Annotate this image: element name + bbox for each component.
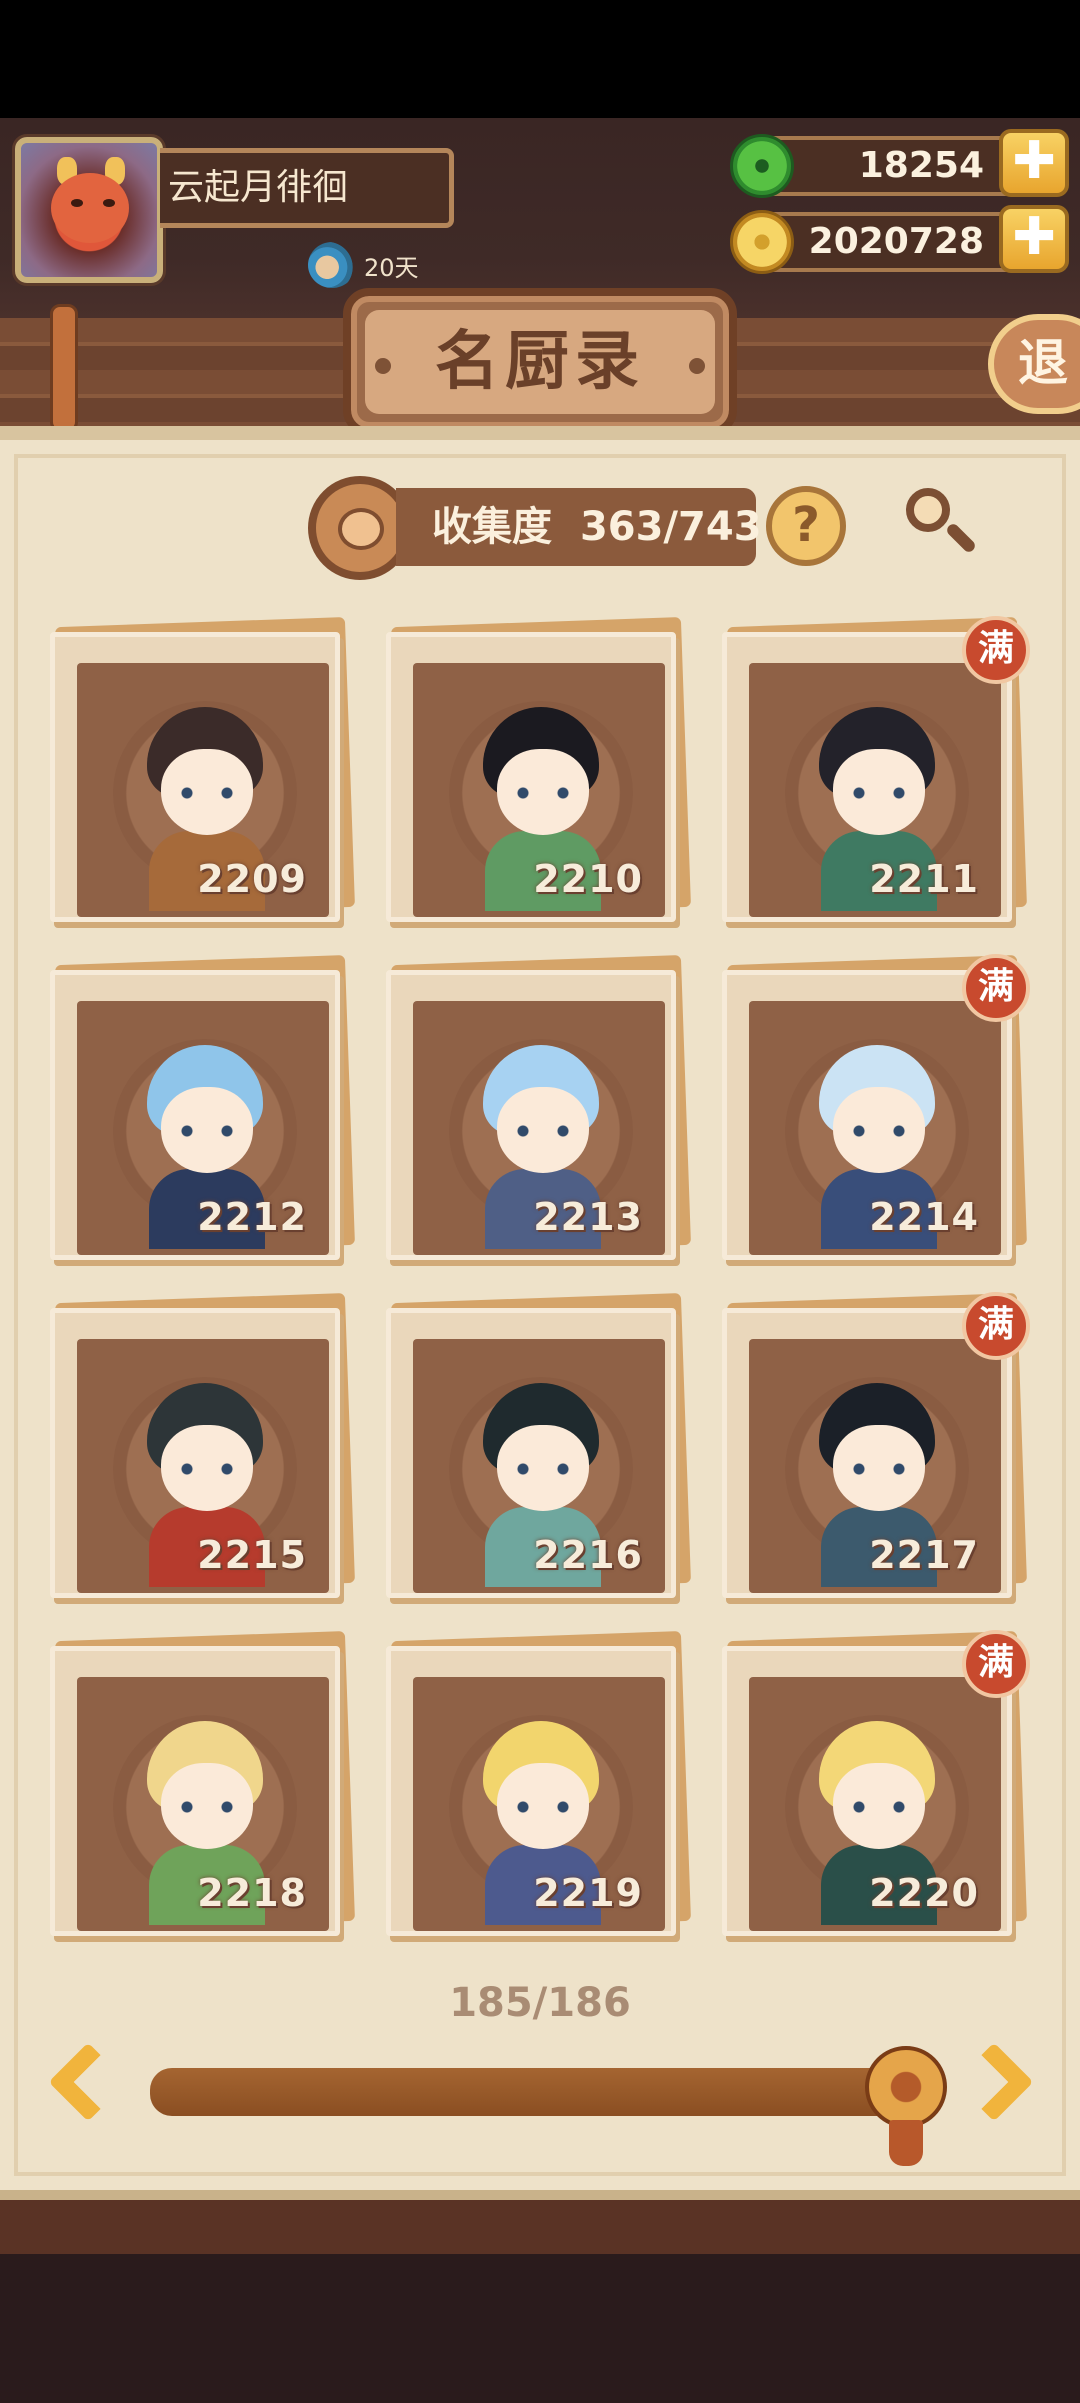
full-badge: 满 — [962, 954, 1030, 1022]
chef-eyes — [515, 787, 571, 799]
chef-number: 2212 — [197, 1195, 307, 1239]
chef-eyes — [179, 1125, 235, 1137]
chef-number: 2216 — [533, 1533, 643, 1577]
exit-button[interactable]: 退 — [988, 314, 1080, 414]
chef-card[interactable]: 2213 — [386, 955, 691, 1264]
chef-eyes — [179, 1801, 235, 1813]
chef-eyes — [179, 1463, 235, 1475]
chevron-right-icon — [954, 2042, 1034, 2122]
page-indicator: 185/186 — [449, 1980, 631, 2026]
chef-eyes — [515, 1125, 571, 1137]
panel-base — [0, 2200, 1080, 2254]
chef-card[interactable]: 2214 满 — [722, 954, 1030, 1264]
player-avatar[interactable] — [15, 137, 163, 283]
chef-card[interactable]: 2212 — [50, 955, 355, 1264]
card-frame: 2211 — [722, 632, 1012, 922]
chef-number: 2218 — [197, 1871, 307, 1915]
chef-eyes — [515, 1801, 571, 1813]
card-frame: 2216 — [386, 1308, 676, 1598]
page-slider-track[interactable] — [150, 2068, 910, 2116]
chef-eyes — [851, 1125, 907, 1137]
search-icon-handle — [944, 521, 978, 555]
player-name: 云起月徘徊 — [160, 148, 454, 228]
full-badge: 满 — [962, 1630, 1030, 1698]
chef-card[interactable]: 2220 满 — [722, 1630, 1030, 1940]
avatar-eye-right — [103, 199, 115, 207]
card-frame: 2209 — [50, 632, 340, 922]
full-badge: 满 — [962, 616, 1030, 684]
chef-card[interactable]: 2210 — [386, 617, 691, 926]
chef-number: 2219 — [533, 1871, 643, 1915]
chef-eyes — [851, 1463, 907, 1475]
chef-card[interactable]: 2216 — [386, 1293, 691, 1602]
avatar-face — [51, 173, 129, 243]
chef-number: 2210 — [533, 857, 643, 901]
card-frame: 2212 — [50, 970, 340, 1260]
chef-card[interactable]: 2211 满 — [722, 616, 1030, 926]
login-days-text: 20天 — [364, 253, 419, 282]
full-badge: 满 — [962, 1292, 1030, 1360]
bear-icon — [338, 508, 384, 550]
chef-card[interactable]: 2219 — [386, 1631, 691, 1940]
page-slider-handle[interactable] — [865, 2046, 948, 2128]
next-page-button[interactable] — [954, 2036, 1046, 2146]
chef-number: 2214 — [869, 1195, 979, 1239]
coin-icon — [730, 210, 794, 274]
add-jade-button[interactable]: ✚ — [999, 129, 1069, 197]
card-frame: 2210 — [386, 632, 676, 922]
card-frame: 2214 — [722, 970, 1012, 1260]
help-button[interactable]: ? — [766, 486, 846, 566]
chef-card[interactable]: 2218 — [50, 1631, 355, 1940]
chef-number: 2217 — [869, 1533, 979, 1577]
chef-number: 2211 — [869, 857, 979, 901]
card-frame: 2213 — [386, 970, 676, 1260]
page-title: 名厨录 — [365, 310, 715, 414]
card-frame: 2218 — [50, 1646, 340, 1936]
search-button[interactable] — [900, 482, 980, 562]
chef-eyes — [851, 787, 907, 799]
collection-progress: 收集度 363/743 — [396, 488, 762, 566]
chef-number: 2213 — [533, 1195, 643, 1239]
chef-eyes — [179, 787, 235, 799]
chef-number: 2215 — [197, 1533, 307, 1577]
chef-card[interactable]: 2215 — [50, 1293, 355, 1602]
collection-label: 收集度 — [432, 504, 552, 550]
jade-icon — [730, 134, 794, 198]
avatar-eye-left — [71, 199, 83, 207]
login-days: 20天 — [308, 240, 419, 290]
chef-number: 2209 — [197, 857, 307, 901]
collection-count: 363/743 — [579, 504, 762, 550]
status-bar — [0, 0, 1080, 118]
card-frame: 2219 — [386, 1646, 676, 1936]
prev-page-button[interactable] — [34, 2036, 128, 2146]
chef-number: 2220 — [869, 1871, 979, 1915]
slider-tassel — [889, 2120, 924, 2166]
card-frame: 2215 — [50, 1308, 340, 1598]
add-coin-button[interactable]: ✚ — [999, 205, 1069, 273]
dish-icon — [308, 242, 356, 288]
plaque-nail-left — [375, 358, 391, 374]
chef-card[interactable]: 2209 — [50, 617, 355, 926]
plaque-nail-right — [689, 358, 705, 374]
title-plaque: 名厨录 — [343, 288, 737, 436]
card-frame: 2220 — [722, 1646, 1012, 1936]
chef-card[interactable]: 2217 满 — [722, 1292, 1030, 1602]
chef-eyes — [851, 1801, 907, 1813]
beam-post — [50, 304, 78, 432]
chef-eyes — [515, 1463, 571, 1475]
card-frame: 2217 — [722, 1308, 1012, 1598]
search-icon — [906, 488, 950, 532]
